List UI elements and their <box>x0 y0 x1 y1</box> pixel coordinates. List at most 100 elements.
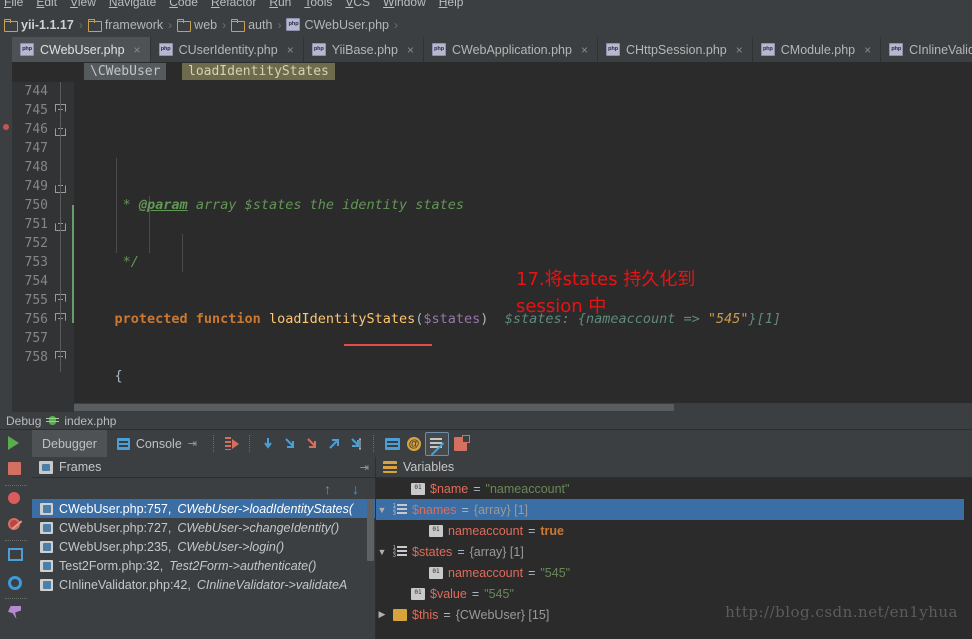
settings-gear-icon[interactable] <box>8 576 24 592</box>
close-icon[interactable]: × <box>736 43 743 57</box>
variable-row[interactable]: nameaccount = true <box>376 520 972 541</box>
close-icon[interactable]: × <box>134 43 141 57</box>
editor-tab-label: CInlineValida <box>909 42 972 57</box>
editor-tab-cuseridentity-php[interactable]: CUserIdentity.php × <box>151 37 304 62</box>
breadcrumb-item-framework[interactable]: framework <box>87 18 163 32</box>
pin-frames-icon[interactable]: ⇥ <box>360 461 369 474</box>
force-step-into-icon[interactable] <box>301 433 323 455</box>
frame-row[interactable]: CWebUser.php:235, CWebUser->login() <box>32 537 375 556</box>
menu-item-run[interactable]: Run <box>269 0 291 9</box>
menu-item-window[interactable]: Window <box>383 0 426 9</box>
editor-tab-yiibase-php[interactable]: YiiBase.php × <box>304 37 424 62</box>
menu-item-edit[interactable]: Edit <box>36 0 57 9</box>
menu-item-code[interactable]: Code <box>169 0 198 9</box>
frames-title-label: Frames <box>59 460 102 474</box>
menu-item-refactor[interactable]: Refactor <box>211 0 256 9</box>
breadcrumb-separator: › <box>168 17 173 32</box>
tab-debugger[interactable]: Debugger <box>32 430 107 457</box>
variable-row[interactable]: nameaccount = "545" <box>376 562 972 583</box>
editor-tab-chttpsession-php[interactable]: CHttpSession.php × <box>598 37 753 62</box>
show-execution-point-icon[interactable]: @ <box>403 433 425 455</box>
breadcrumb-separator: › <box>222 17 227 32</box>
frame-down-arrow-icon[interactable]: ↓ <box>352 481 359 497</box>
context-class-chip[interactable]: \CWebUser <box>84 63 167 80</box>
tab-console[interactable]: Console ⇥ <box>107 430 207 457</box>
frame-row[interactable]: CWebUser.php:727, CWebUser->changeIdentit… <box>32 518 375 537</box>
debug-settings-icon[interactable] <box>449 433 471 455</box>
step-out-icon[interactable] <box>323 433 345 455</box>
object-type-icon <box>393 608 407 621</box>
close-icon[interactable]: × <box>407 43 414 57</box>
variable-row[interactable]: $value = "545" <box>376 583 972 604</box>
pin-small-icon[interactable]: ⇥ <box>188 437 197 450</box>
rerun-icon[interactable] <box>221 433 243 455</box>
folder-icon <box>231 18 246 32</box>
editor-tab-cmodule-php[interactable]: CModule.php × <box>753 37 882 62</box>
variable-equals: = <box>461 502 469 517</box>
run-to-cursor-icon[interactable] <box>345 433 367 455</box>
frame-row[interactable]: CInlineValidator.php:42, CInlineValidator… <box>32 575 375 594</box>
variable-row[interactable]: ▼ 1 2 3 $states = {array} [1] <box>376 541 972 562</box>
breadcrumb-item-cwebuser-php[interactable]: CWebUser.php <box>286 18 389 32</box>
mute-breakpoints-toolbar-icon[interactable] <box>425 431 449 456</box>
breadcrumb-item-web[interactable]: web <box>177 18 217 32</box>
variable-row[interactable]: $name = "nameaccount" <box>376 478 972 499</box>
variable-name: nameaccount <box>448 523 524 538</box>
editor-gutter[interactable]: 744 745 746 747 748 749 750 751 752 753 754 755 756 7… <box>12 82 74 412</box>
frames-list[interactable]: CWebUser.php:757, CWebUser->loadIdentityS… <box>32 499 375 639</box>
editor-context-breadcrumb: \CWebUser loadIdentityStates <box>12 62 972 82</box>
menu-item-help[interactable]: Help <box>439 0 464 9</box>
step-over-icon[interactable] <box>257 433 279 455</box>
evaluate-expression-icon[interactable] <box>381 433 403 455</box>
scrollbar-thumb[interactable] <box>74 404 674 411</box>
code-content[interactable]: * @param array $states the identity stat… <box>74 82 972 412</box>
frames-pane: Frames ⇥ ↑ ↓ CWebUser.php:757, CWebUser->… <box>32 457 376 639</box>
variable-equals: = <box>473 481 481 496</box>
context-method-chip[interactable]: loadIdentityStates <box>182 63 335 80</box>
view-breakpoints-icon[interactable] <box>8 492 24 508</box>
annotation-line-2: session 中 <box>516 296 607 317</box>
breadcrumb-item-yii-1-1-17[interactable]: yii-1.1.17 <box>4 18 74 32</box>
frame-row[interactable]: CWebUser.php:757, CWebUser->loadIdentityS… <box>32 499 375 518</box>
editor-horizontal-scrollbar[interactable] <box>74 403 972 412</box>
debug-session-file-label: index.php <box>64 413 117 428</box>
expand-arrow-icon[interactable]: ▼ <box>376 547 388 557</box>
menu-item-navigate[interactable]: Navigate <box>109 0 156 9</box>
menu-item-tools[interactable]: Tools <box>304 0 332 9</box>
editor-tab-bar: CWebUser.php×CUserIdentity.php×YiiBase.p… <box>12 36 972 63</box>
editor-tab-label: YiiBase.php <box>331 42 398 57</box>
debug-window-header: Debug index.php <box>0 412 972 430</box>
frames-scrollbar[interactable] <box>367 499 374 637</box>
stack-frame-icon <box>40 502 53 515</box>
editor-tab-cinlinevalida[interactable]: CInlineValida <box>881 37 972 62</box>
restore-layout-icon[interactable] <box>8 548 24 564</box>
php-file-icon <box>20 43 34 56</box>
stop-icon[interactable] <box>8 462 24 478</box>
mute-breakpoints-icon[interactable] <box>8 518 24 534</box>
breadcrumb-item-auth[interactable]: auth <box>231 18 272 32</box>
resume-program-icon[interactable] <box>8 436 24 452</box>
breadcrumb-separator: › <box>78 17 83 32</box>
line-number-754: 754 <box>24 274 48 289</box>
breadcrumb-label: web <box>194 17 218 32</box>
code-editor[interactable]: \CWebUser loadIdentityStates 744 745 746 74… <box>0 62 972 412</box>
code-line-747: { <box>82 368 123 384</box>
editor-tab-cwebuser-php[interactable]: CWebUser.php × <box>12 37 151 62</box>
variable-equals: = <box>528 565 536 580</box>
close-icon[interactable]: × <box>287 43 294 57</box>
step-into-icon[interactable] <box>279 433 301 455</box>
menu-item-vcs[interactable]: VCS <box>345 0 370 9</box>
variable-row[interactable]: ▼ 1 2 3 $names = {array} [1] <box>376 499 972 520</box>
variable-value: "nameaccount" <box>485 481 570 496</box>
frame-up-arrow-icon[interactable]: ↑ <box>324 481 331 497</box>
editor-tab-cwebapplication-php[interactable]: CWebApplication.php × <box>424 37 598 62</box>
menu-item-file[interactable]: File <box>4 0 23 9</box>
pin-tab-icon[interactable] <box>8 606 24 622</box>
frame-row[interactable]: Test2Form.php:32, Test2Form->authenticate… <box>32 556 375 575</box>
menu-item-view[interactable]: View <box>70 0 96 9</box>
close-icon[interactable]: × <box>864 43 871 57</box>
expand-arrow-icon[interactable]: ▼ <box>376 505 388 515</box>
close-icon[interactable]: × <box>581 43 588 57</box>
collapse-arrow-icon[interactable]: ▶ <box>376 609 388 620</box>
variables-scrollbar[interactable] <box>964 478 972 639</box>
